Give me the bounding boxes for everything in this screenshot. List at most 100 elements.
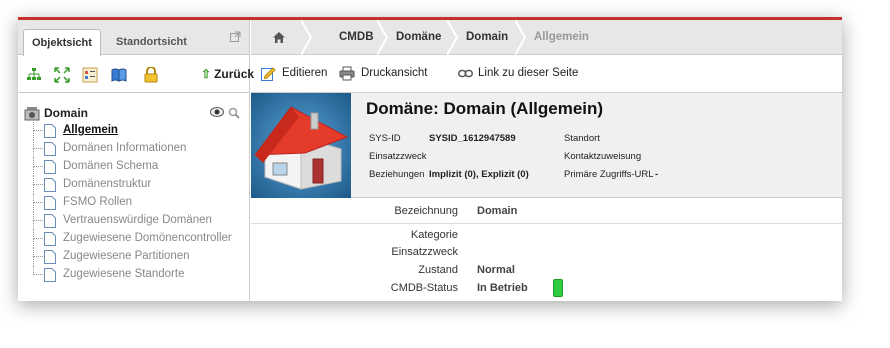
expand-icon[interactable] bbox=[54, 67, 70, 83]
tab-objektsicht[interactable]: Objektsicht bbox=[23, 29, 101, 56]
tree-structure-icon[interactable] bbox=[26, 67, 42, 83]
back-label: Zurück bbox=[214, 67, 255, 81]
tree-connector bbox=[33, 212, 43, 221]
tree-connector bbox=[33, 221, 34, 230]
page-title: Domäne: Domain (Allgemein) bbox=[366, 99, 604, 118]
tree-item-label: Vertrauenswürdige Domänen bbox=[63, 214, 212, 226]
breadcrumb-separator bbox=[377, 20, 389, 55]
tree-root-label: Domain bbox=[44, 106, 89, 120]
view-tabs: Objektsicht Standortsicht bbox=[18, 20, 249, 56]
contact-label: Kontaktzuweisung bbox=[564, 151, 642, 162]
document-icon bbox=[44, 214, 56, 228]
tree-item[interactable]: Zugewiesene Domönencontroller bbox=[24, 230, 246, 248]
report-icon[interactable] bbox=[82, 67, 98, 83]
tab-standortsicht[interactable]: Standortsicht bbox=[108, 29, 195, 55]
left-panel: Objektsicht Standortsicht ⇧ Zurück Domai… bbox=[18, 20, 254, 301]
tree-connector bbox=[33, 149, 34, 158]
url-label: Primäre Zugriffs-URL bbox=[564, 169, 654, 180]
tree-item-label: Domänenstruktur bbox=[63, 178, 152, 190]
house-icon bbox=[251, 93, 351, 198]
tree-item-label: Zugewiesene Standorte bbox=[63, 268, 185, 280]
url-value: - bbox=[655, 169, 659, 180]
zustand-label: Zustand bbox=[418, 264, 458, 276]
breadcrumb-allgemein: Allgemein bbox=[534, 31, 589, 43]
print-view-button[interactable]: Druckansicht bbox=[361, 67, 427, 79]
tree-item[interactable]: Allgemein bbox=[24, 122, 246, 140]
document-icon bbox=[44, 250, 56, 264]
window: Objektsicht Standortsicht ⇧ Zurück Domai… bbox=[18, 17, 842, 301]
object-tree: Domain Allgemein Domänen Informationen Dom… bbox=[24, 104, 246, 284]
location-label: Standort bbox=[564, 133, 600, 144]
document-icon bbox=[44, 178, 56, 192]
tree-connector bbox=[33, 257, 34, 266]
main-content: CMDB Domäne Domain Allgemein Editieren D… bbox=[251, 20, 842, 301]
popout-icon[interactable] bbox=[230, 31, 241, 42]
tree-connector bbox=[33, 239, 34, 248]
document-icon bbox=[44, 124, 56, 138]
eye-icon[interactable] bbox=[210, 107, 224, 117]
tree-connector bbox=[33, 203, 34, 212]
kategorie-label: Kategorie bbox=[410, 229, 458, 241]
tree-toolbar: ⇧ Zurück bbox=[18, 55, 254, 93]
breadcrumb: CMDB Domäne Domain Allgemein bbox=[251, 20, 842, 55]
tree-item[interactable]: Vertrauenswürdige Domänen bbox=[24, 212, 246, 230]
cmdb-status-label: CMDB-Status bbox=[390, 282, 458, 294]
breadcrumb-domaene[interactable]: Domäne bbox=[396, 20, 441, 55]
tree-item[interactable]: FSMO Rollen bbox=[24, 194, 246, 212]
tree-item-label: Allgemein bbox=[63, 124, 118, 136]
tree-connector bbox=[33, 185, 34, 194]
tree-item[interactable]: Domänenstruktur bbox=[24, 176, 246, 194]
tree-item[interactable]: Zugewiesene Standorte bbox=[24, 266, 246, 284]
print-icon bbox=[339, 66, 355, 81]
tree-item[interactable]: Domänen Informationen bbox=[24, 140, 246, 158]
purpose-label: Einsatzzweck bbox=[369, 151, 427, 162]
up-arrow-icon: ⇧ bbox=[201, 67, 212, 81]
tree-connector bbox=[33, 266, 43, 275]
tree-connector bbox=[33, 230, 43, 239]
divider bbox=[251, 223, 842, 224]
tree-connector bbox=[33, 131, 34, 140]
breadcrumb-separator bbox=[447, 20, 459, 55]
object-header: Domäne: Domain (Allgemein) SYS-ID SYSID_… bbox=[251, 93, 842, 198]
tree-item-label: FSMO Rollen bbox=[63, 196, 133, 208]
tree-connector bbox=[33, 176, 43, 185]
book-icon[interactable] bbox=[111, 67, 127, 83]
document-icon bbox=[44, 142, 56, 156]
domain-icon bbox=[24, 107, 40, 121]
search-icon[interactable] bbox=[228, 107, 240, 119]
edit-button[interactable]: Editieren bbox=[282, 67, 327, 79]
tree-connector bbox=[33, 194, 43, 203]
tree-root[interactable]: Domain bbox=[24, 104, 246, 122]
tree-connector bbox=[33, 140, 43, 149]
permalink-button[interactable]: Link zu dieser Seite bbox=[478, 67, 578, 79]
tree-item-label: Zugewiesene Partitionen bbox=[63, 250, 190, 262]
sysid-label: SYS-ID bbox=[369, 133, 401, 144]
document-icon bbox=[44, 268, 56, 282]
tree-connector bbox=[33, 167, 34, 176]
zustand-value: Normal bbox=[477, 264, 515, 276]
back-button[interactable]: ⇧ Zurück bbox=[201, 67, 254, 81]
edit-icon bbox=[261, 67, 276, 81]
breadcrumb-domain[interactable]: Domain bbox=[466, 20, 508, 55]
home-icon[interactable] bbox=[272, 31, 286, 44]
status-indicator bbox=[553, 279, 563, 297]
house-image bbox=[251, 93, 351, 198]
bezeichnung-label: Bezeichnung bbox=[394, 205, 458, 217]
tree-connector bbox=[33, 248, 43, 257]
tree-item-label: Domänen Schema bbox=[63, 160, 159, 172]
breadcrumb-cmdb[interactable]: CMDB bbox=[339, 20, 374, 55]
action-toolbar: Editieren Druckansicht Link zu dieser Se… bbox=[251, 55, 842, 93]
tree-item[interactable]: Zugewiesene Partitionen bbox=[24, 248, 246, 266]
tree-connector bbox=[33, 158, 43, 167]
breadcrumb-separator bbox=[301, 20, 313, 55]
document-icon bbox=[44, 160, 56, 174]
lock-icon[interactable] bbox=[143, 67, 159, 83]
tree-item[interactable]: Domänen Schema bbox=[24, 158, 246, 176]
bezeichnung-value: Domain bbox=[477, 205, 518, 217]
cmdb-status-value: In Betrieb bbox=[477, 282, 528, 294]
einsatzzweck-label: Einsatzzweck bbox=[391, 246, 458, 258]
relations-value[interactable]: Implizit (0), Explizit (0) bbox=[429, 169, 529, 180]
tree-item-label: Zugewiesene Domönencontroller bbox=[63, 232, 232, 244]
relations-label: Beziehungen bbox=[369, 169, 425, 180]
document-icon bbox=[44, 232, 56, 246]
